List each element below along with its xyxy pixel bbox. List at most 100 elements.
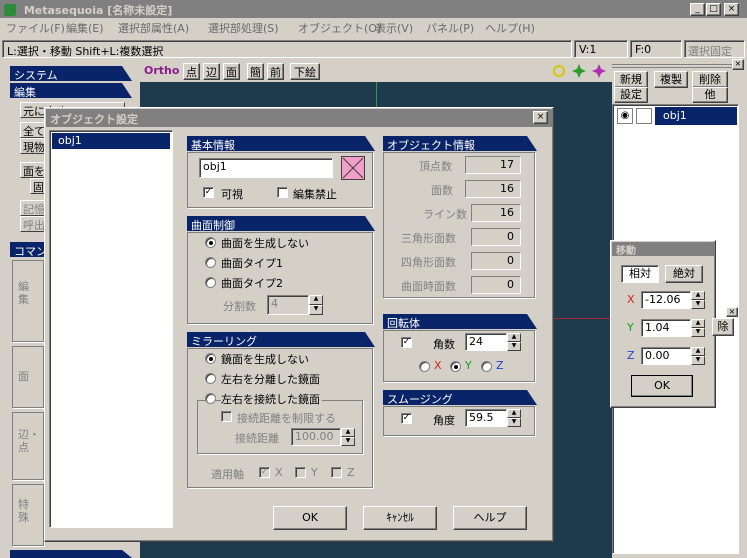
- view-vertex-button[interactable]: 点: [183, 63, 200, 80]
- object-name[interactable]: obj1: [655, 107, 737, 125]
- hidden-panel-button[interactable]: 除: [712, 318, 734, 336]
- status-hint-text: L:選択・移動 Shift+L:複数選択: [7, 45, 164, 58]
- object-color-swatch[interactable]: [341, 156, 365, 180]
- x-axis-label: X: [627, 293, 635, 306]
- rotation-angle-field[interactable]: 24: [465, 333, 507, 351]
- dialog-object-list: obj1: [49, 130, 173, 528]
- view-face-button[interactable]: 面: [223, 63, 240, 80]
- menu-panel[interactable]: パネル(P): [426, 20, 474, 37]
- move-view-icon[interactable]: [572, 64, 586, 78]
- rotation-checkbox[interactable]: ✓: [401, 337, 412, 348]
- x-value-field[interactable]: -12.06: [641, 291, 691, 309]
- view-simple-button[interactable]: 簡: [247, 63, 264, 80]
- dialog-object-item[interactable]: obj1: [52, 133, 170, 149]
- mirroring-header: ミラーリング: [187, 332, 375, 347]
- recall-button[interactable]: 呼出: [20, 216, 46, 232]
- segments-label: 分割数: [223, 300, 256, 313]
- close-button[interactable]: ×: [724, 3, 739, 16]
- object-list-row[interactable]: ◉ obj1: [615, 107, 737, 125]
- segments-field[interactable]: 4: [267, 295, 309, 315]
- rotation-axis-x-radio[interactable]: [419, 361, 430, 372]
- mirror-axis-x-checkbox[interactable]: ✓: [259, 467, 270, 478]
- current-button[interactable]: 現物: [20, 138, 46, 154]
- hidden-panel-close-button[interactable]: ×: [726, 307, 738, 317]
- minimize-button[interactable]: _: [690, 3, 705, 16]
- object-panel-close-button[interactable]: ×: [732, 59, 744, 70]
- view-front-button[interactable]: 前: [267, 63, 284, 80]
- face-button[interactable]: 面を: [20, 162, 46, 178]
- command-edge-label: 辺・点: [18, 428, 40, 454]
- y-value-field[interactable]: 1.04: [641, 319, 691, 337]
- rotation-axis-z-radio[interactable]: [481, 361, 492, 372]
- rotation-axis-x-label: X: [434, 359, 442, 372]
- menu-select-proc[interactable]: 選択部処理(S): [208, 20, 279, 37]
- dialog-ok-button[interactable]: OK: [273, 506, 347, 530]
- segments-spinner[interactable]: ▲ ▼: [309, 295, 323, 315]
- move-ok-button[interactable]: OK: [631, 375, 693, 397]
- menu-select-attr[interactable]: 選択部属性(A): [118, 20, 189, 37]
- select-fixed-toggle[interactable]: 選択固定: [684, 40, 745, 58]
- menu-object[interactable]: オブジェクト(O): [298, 20, 381, 37]
- mirror-none-radio[interactable]: [205, 353, 216, 364]
- x-value-spinner[interactable]: ▲ ▼: [691, 291, 705, 309]
- smoothing-angle-spinner[interactable]: ▲ ▼: [507, 409, 521, 427]
- smoothing-angle-field[interactable]: 59.5: [465, 409, 507, 427]
- dialog-cancel-button[interactable]: ｷｬﾝｾﾙ: [363, 506, 437, 530]
- tab-relative[interactable]: 相対: [621, 265, 659, 283]
- smoothing-checkbox[interactable]: ✓: [401, 413, 412, 424]
- smoothing-header: スムージング: [383, 390, 537, 405]
- dialog-help-button[interactable]: ヘルプ: [453, 506, 527, 530]
- rotate-view-icon[interactable]: [592, 64, 606, 78]
- status-face: F:0: [630, 40, 682, 58]
- curve-type1-radio[interactable]: [205, 257, 216, 268]
- mirror-axis-z-checkbox[interactable]: [331, 467, 342, 478]
- menu-file[interactable]: ファイル(F): [6, 20, 65, 37]
- mirror-separate-radio[interactable]: [205, 373, 216, 384]
- edit-header[interactable]: 編集: [10, 83, 132, 98]
- menu-view[interactable]: 表示(V): [375, 20, 413, 37]
- object-settings-button[interactable]: 設定: [614, 87, 648, 103]
- memory-button[interactable]: 記憶: [20, 200, 46, 216]
- rotation-axis-y-radio[interactable]: [450, 361, 461, 372]
- face-count-value: 16: [465, 180, 521, 198]
- edit-option-header[interactable]: [10, 550, 132, 558]
- mirror-connect-radio[interactable]: [205, 393, 216, 404]
- distance-spinner[interactable]: ▲ ▼: [341, 428, 355, 446]
- object-settings-dialog: オブジェクト設定 × obj1 基本情報 obj1 ✓ 可視 編集禁止 曲面制御…: [44, 107, 554, 542]
- triangle-count-value: 0: [471, 228, 521, 246]
- tab-absolute[interactable]: 絶対: [665, 265, 703, 283]
- mirror-none-label: 鏡面を生成しない: [221, 353, 309, 366]
- status-vertex: V:1: [574, 40, 628, 58]
- eye-icon[interactable]: ◉: [617, 108, 633, 124]
- menu-edit[interactable]: 編集(E): [66, 20, 104, 37]
- curve-type2-radio[interactable]: [205, 277, 216, 288]
- rotation-axis-y-label: Y: [465, 359, 472, 372]
- delete-object-button[interactable]: 削除: [692, 71, 728, 88]
- select-all-button[interactable]: 全て: [20, 122, 46, 138]
- y-value-spinner[interactable]: ▲ ▼: [691, 319, 705, 337]
- zoom-icon[interactable]: [553, 65, 565, 77]
- object-info-header: オブジェクト情報: [383, 136, 537, 151]
- system-header[interactable]: システム: [10, 66, 132, 81]
- view-edge-button[interactable]: 辺: [203, 63, 220, 80]
- maximize-button[interactable]: □: [706, 3, 721, 16]
- z-value-spinner[interactable]: ▲ ▼: [691, 347, 705, 365]
- visible-checkbox[interactable]: ✓: [203, 187, 214, 198]
- object-name-field[interactable]: obj1: [199, 158, 333, 178]
- object-other-button[interactable]: 他: [692, 87, 728, 103]
- mirror-axis-y-checkbox[interactable]: [295, 467, 306, 478]
- dialog-close-button[interactable]: ×: [533, 111, 548, 124]
- duplicate-object-button[interactable]: 複製: [654, 71, 688, 88]
- z-value-field[interactable]: 0.00: [641, 347, 691, 365]
- lock-icon[interactable]: [636, 108, 652, 124]
- menu-help[interactable]: ヘルプ(H): [485, 20, 535, 37]
- background-image-button[interactable]: 下絵: [290, 63, 320, 80]
- new-object-button[interactable]: 新規: [614, 71, 648, 88]
- distance-field[interactable]: 100.00: [291, 428, 341, 446]
- limit-distance-checkbox[interactable]: [221, 411, 232, 422]
- curve-none-radio[interactable]: [205, 237, 216, 248]
- curve-type1-label: 曲面タイプ1: [221, 257, 283, 270]
- ortho-toggle[interactable]: Ortho: [144, 64, 179, 77]
- rotation-angle-spinner[interactable]: ▲ ▼: [507, 333, 521, 351]
- edit-lock-checkbox[interactable]: [277, 187, 288, 198]
